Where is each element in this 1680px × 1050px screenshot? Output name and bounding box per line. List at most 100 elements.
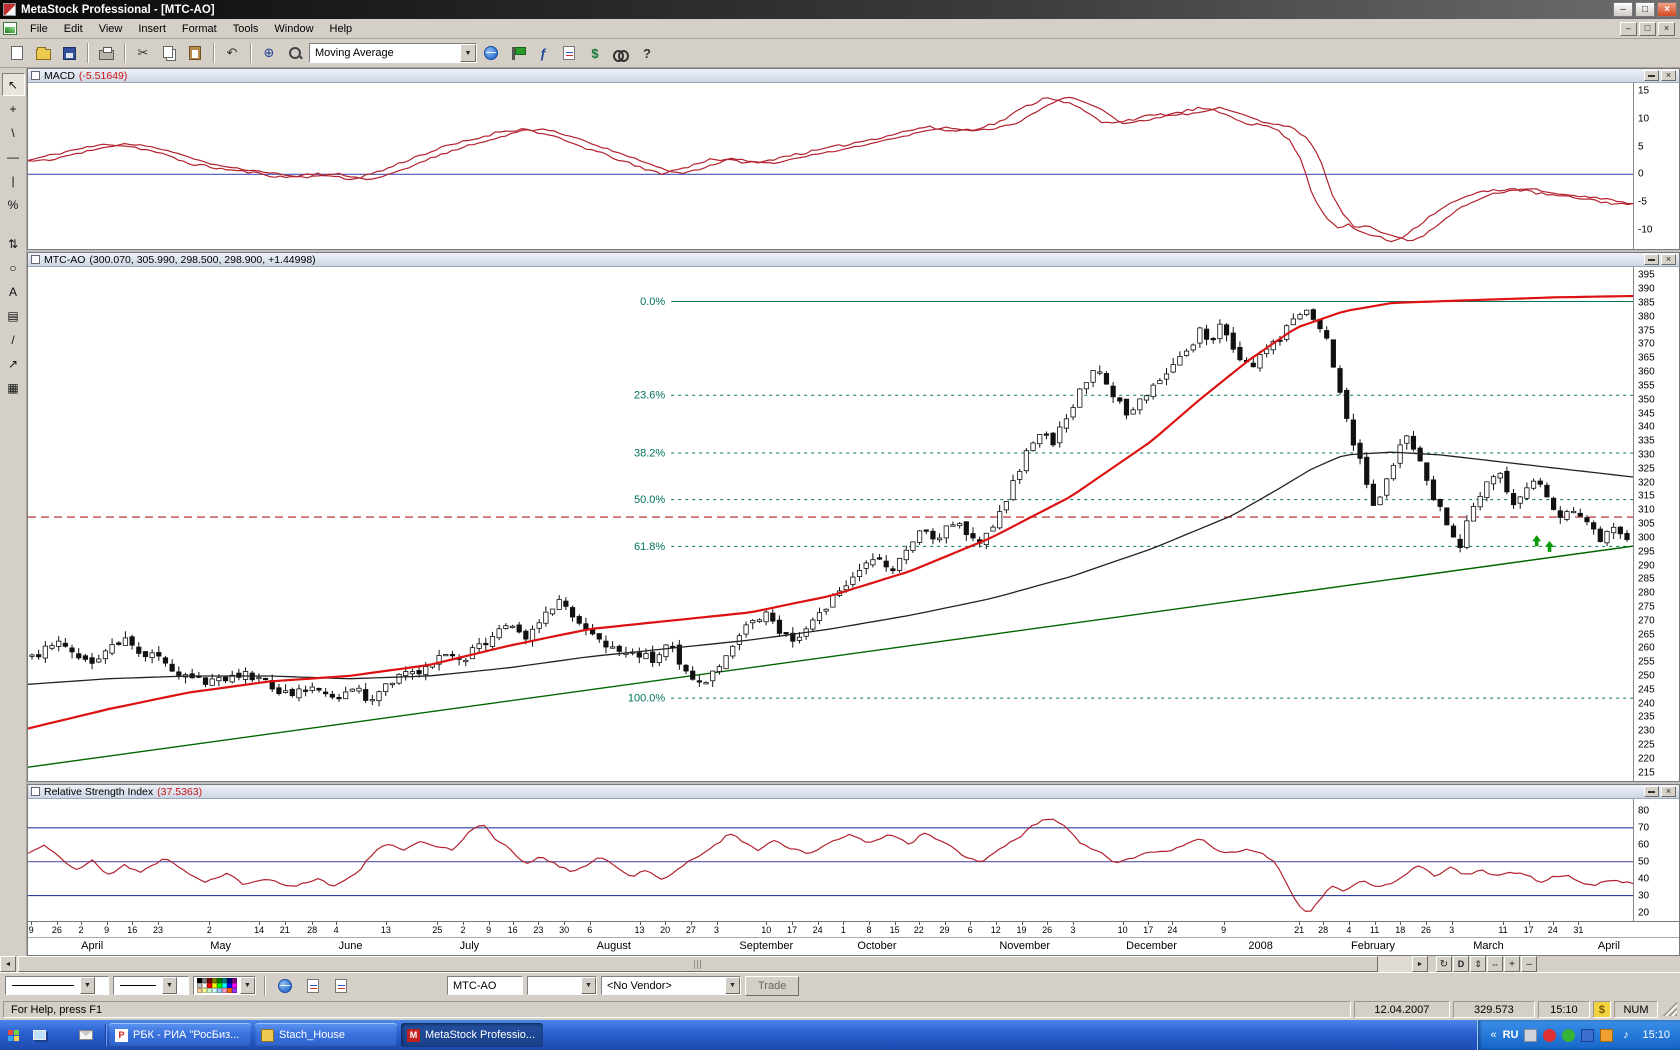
copy-button[interactable] (157, 42, 181, 65)
scrollbar-track[interactable] (16, 956, 1412, 972)
scroll-left-button[interactable]: ◄ (0, 956, 16, 972)
system-tester-button[interactable]: $ (583, 42, 607, 65)
price-panel-titlebar[interactable]: MTC-AO (300.070, 305.990, 298.500, 298.9… (28, 253, 1679, 267)
pointer-tool-icon[interactable]: ↖ (1, 73, 25, 96)
chevron-down-icon[interactable]: ▼ (460, 44, 476, 62)
menu-file[interactable]: File (22, 21, 56, 37)
maximize-button[interactable]: □ (1635, 2, 1655, 17)
line-style-combobox[interactable]: ▼ (5, 976, 109, 995)
menu-tools[interactable]: Tools (225, 21, 267, 37)
task-button-stach-house[interactable]: Stach_House (255, 1023, 397, 1047)
menu-view[interactable]: View (91, 21, 131, 37)
scroll-right-button[interactable]: ► (1412, 956, 1428, 972)
text-tool-icon[interactable]: A (2, 280, 25, 303)
online-data-button[interactable] (273, 974, 297, 997)
vertical-line-tool-icon[interactable]: | (2, 169, 25, 192)
chevron-down-icon[interactable]: ▼ (725, 977, 740, 994)
print-button[interactable] (94, 42, 118, 65)
close-button[interactable]: × (1657, 2, 1677, 17)
indicator-builder-button[interactable]: ƒ (531, 42, 555, 65)
move-chart-button[interactable]: ⊕ (257, 42, 281, 65)
pattern-tool-icon[interactable]: ▤ (2, 304, 25, 327)
panel-close-button[interactable]: × (1661, 254, 1676, 265)
minimize-button[interactable]: – (1613, 2, 1633, 17)
start-windows-flag-icon[interactable] (7, 1026, 26, 1045)
tray-messenger-icon[interactable] (1581, 1028, 1595, 1042)
panel-collapse-button[interactable] (1644, 786, 1659, 797)
new-chart-window-button[interactable] (329, 974, 353, 997)
menu-edit[interactable]: Edit (56, 21, 91, 37)
show-desktop-icon[interactable] (30, 1026, 49, 1045)
tray-network-icon[interactable] (1562, 1028, 1576, 1042)
mdi-restore-button[interactable]: □ (1639, 21, 1656, 36)
crosshair-tool-icon[interactable]: + (2, 97, 25, 120)
window-titlebar[interactable]: MetaStock Professional - [MTC-AO] – □ × (0, 0, 1680, 19)
rsi-panel-titlebar[interactable]: Relative Strength Index (37.5363) × (28, 785, 1679, 799)
period-combobox[interactable]: ▼ (527, 976, 597, 995)
periodicity-daily-button[interactable]: D (1453, 956, 1469, 972)
macd-chart[interactable] (28, 83, 1633, 249)
vendor-combobox[interactable]: <No Vendor> ▼ (601, 976, 741, 995)
chevron-down-icon[interactable]: ▼ (240, 977, 255, 994)
symbol-field[interactable]: MTC-AO (447, 976, 523, 995)
chevron-down-icon[interactable]: ▼ (80, 977, 95, 994)
panes-tool-icon[interactable]: ⇅ (2, 232, 25, 255)
zoom-out-button[interactable]: – (1521, 956, 1537, 972)
tray-keyboard-icon[interactable] (1524, 1028, 1538, 1042)
menu-format[interactable]: Format (174, 21, 225, 37)
candlestick-chart[interactable]: 0.0% 23.6% 38.2% 50.0% 61.8% 100.0% (28, 267, 1633, 781)
line-weight-combobox[interactable]: ▼ (113, 976, 189, 995)
menu-help[interactable]: Help (322, 21, 361, 37)
internet-explorer-icon[interactable] (53, 1026, 72, 1045)
online-button[interactable] (479, 42, 503, 65)
vertical-zoom-button[interactable]: ⇕ (1470, 956, 1486, 972)
panel-close-button[interactable]: × (1661, 70, 1676, 81)
percent-tool-icon[interactable]: % (2, 193, 25, 216)
color-picker[interactable]: ▼ (193, 976, 256, 995)
tray-chevron-icon[interactable]: « (1490, 1029, 1496, 1041)
panel-collapse-button[interactable] (1644, 70, 1659, 81)
search-button[interactable] (609, 42, 633, 65)
mdi-close-button[interactable]: × (1658, 21, 1675, 36)
trendline-tool-icon[interactable]: \ (2, 121, 25, 144)
scrollbar-thumb[interactable] (18, 956, 1378, 972)
chart-document-icon[interactable] (3, 22, 17, 35)
paste-button[interactable] (183, 42, 207, 65)
task-button-rbc[interactable]: Р РБК - РИА "РосБиз... (109, 1023, 251, 1047)
volume-icon[interactable]: ♪ (1619, 1029, 1632, 1042)
zoom-in-button[interactable]: + (1504, 956, 1520, 972)
chevron-down-icon[interactable]: ▼ (581, 977, 596, 994)
color-swatch[interactable] (232, 988, 237, 993)
open-chart-button[interactable] (31, 42, 55, 65)
menu-window[interactable]: Window (266, 21, 321, 37)
macd-panel-titlebar[interactable]: MACD (-5.51649) × (28, 69, 1679, 83)
ray-tool-icon[interactable]: / (2, 328, 25, 351)
menu-insert[interactable]: Insert (130, 21, 174, 37)
undo-button[interactable]: ↶ (220, 42, 244, 65)
mdi-minimize-button[interactable]: – (1620, 21, 1637, 36)
rsi-chart[interactable] (28, 799, 1633, 921)
new-chart-button[interactable] (5, 42, 29, 65)
explorer-button[interactable] (557, 42, 581, 65)
trade-button[interactable]: Trade (745, 975, 800, 996)
arrow-tool-icon[interactable]: ↗ (2, 352, 25, 375)
open-chart-button[interactable] (301, 974, 325, 997)
save-chart-button[interactable] (57, 42, 81, 65)
indicator-combobox[interactable]: Moving Average ▼ (309, 43, 477, 63)
ellipse-tool-icon[interactable]: ○ (2, 256, 25, 279)
context-help-button[interactable]: ? (635, 42, 659, 65)
chevron-down-icon[interactable]: ▼ (162, 977, 177, 994)
refresh-button[interactable]: ↻ (1436, 956, 1452, 972)
cut-button[interactable]: ✂ (131, 42, 155, 65)
grid-tool-icon[interactable]: ▦ (2, 376, 25, 399)
expert-advisor-button[interactable] (505, 42, 529, 65)
taskbar-clock[interactable]: 15:10 (1638, 1029, 1670, 1041)
zoom-button[interactable] (283, 42, 307, 65)
tray-antivirus-icon[interactable] (1543, 1028, 1557, 1042)
language-indicator[interactable]: RU (1503, 1029, 1519, 1041)
panel-collapse-button[interactable] (1644, 254, 1659, 265)
horizontal-line-tool-icon[interactable]: — (2, 145, 25, 168)
resize-grip[interactable] (1663, 1002, 1677, 1016)
panel-close-button[interactable]: × (1661, 786, 1676, 797)
mail-icon[interactable] (76, 1026, 95, 1045)
